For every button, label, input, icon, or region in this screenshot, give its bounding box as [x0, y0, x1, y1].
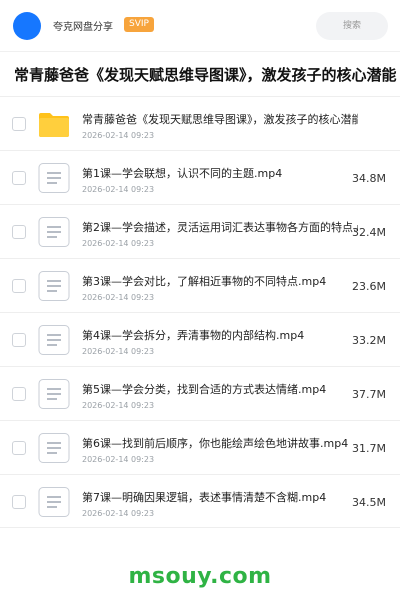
file-name[interactable]: 第4课—学会拆分，弄清事物的内部结构.mp4 [82, 327, 358, 343]
video-file-icon [38, 487, 70, 517]
file-name[interactable]: 第5课—学会分类，找到合适的方式表达情绪.mp4 [82, 381, 358, 397]
video-file-icon [38, 379, 70, 409]
folder-icon [38, 109, 70, 139]
file-row[interactable]: 第5课—学会分类，找到合适的方式表达情绪.mp4 2026-02-14 09:23… [0, 366, 400, 420]
select-checkbox[interactable] [12, 333, 26, 347]
video-file-icon [38, 325, 70, 355]
file-date: 2026-02-14 09:23 [82, 509, 155, 518]
file-size: 33.2M [352, 334, 386, 347]
select-checkbox[interactable] [12, 171, 26, 185]
file-row[interactable]: 第7课—明确因果逻辑，表述事情清楚不含糊.mp4 2026-02-14 09:23… [0, 474, 400, 528]
video-file-icon [38, 271, 70, 301]
file-date: 2026-02-14 09:23 [82, 239, 155, 248]
file-list: 常青藤爸爸《发现天赋思维导图课》，激发孩子的核心潜能 2026-02-14 09:… [0, 96, 400, 528]
file-name[interactable]: 第7课—明确因果逻辑，表述事情清楚不含糊.mp4 [82, 489, 358, 505]
svip-badge: SVIP [124, 17, 154, 32]
file-row[interactable]: 第6课—找到前后顺序，你也能绘声绘色地讲故事.mp4 2026-02-14 09:… [0, 420, 400, 474]
file-size: 32.4M [352, 226, 386, 239]
select-checkbox[interactable] [12, 387, 26, 401]
file-size: 23.6M [352, 280, 386, 293]
page-title: 常青藤爸爸《发现天赋思维导图课》，激发孩子的核心潜能 [14, 66, 397, 84]
file-date: 2026-02-14 09:23 [82, 455, 155, 464]
file-date: 2026-02-14 09:23 [82, 401, 155, 410]
file-date: 2026-02-14 09:23 [82, 347, 155, 356]
file-row[interactable]: 第2课—学会描述，灵活运用词汇表达事物各方面的特点.mp4 2026-02-14 … [0, 204, 400, 258]
file-date: 2026-02-14 09:23 [82, 131, 155, 140]
file-date: 2026-02-14 09:23 [82, 293, 155, 302]
file-row[interactable]: 第1课—学会联想，认识不同的主题.mp4 2026-02-14 09:23 34.8… [0, 150, 400, 204]
video-file-icon [38, 217, 70, 247]
file-size: 31.7M [352, 442, 386, 455]
file-name[interactable]: 第6课—找到前后顺序，你也能绘声绘色地讲故事.mp4 [82, 435, 358, 451]
file-date: 2026-02-14 09:23 [82, 185, 155, 194]
file-row[interactable]: 第4课—学会拆分，弄清事物的内部结构.mp4 2026-02-14 09:23 33… [0, 312, 400, 366]
select-checkbox[interactable] [12, 441, 26, 455]
select-checkbox[interactable] [12, 495, 26, 509]
select-checkbox[interactable] [12, 225, 26, 239]
brand-name: 夸克网盘分享 [53, 22, 113, 33]
file-size: 34.8M [352, 172, 386, 185]
avatar[interactable] [13, 12, 41, 40]
search-button[interactable]: 搜索 [316, 12, 388, 40]
select-checkbox[interactable] [12, 117, 26, 131]
watermark: msouy.com [128, 564, 272, 589]
file-name[interactable]: 第2课—学会描述，灵活运用词汇表达事物各方面的特点.mp4 [82, 219, 358, 235]
video-file-icon [38, 433, 70, 463]
file-name[interactable]: 第3课—学会对比，了解相近事物的不同特点.mp4 [82, 273, 358, 289]
select-checkbox[interactable] [12, 279, 26, 293]
file-size: 37.7M [352, 388, 386, 401]
file-row[interactable]: 常青藤爸爸《发现天赋思维导图课》，激发孩子的核心潜能 2026-02-14 09:… [0, 96, 400, 150]
video-file-icon [38, 163, 70, 193]
file-row[interactable]: 第3课—学会对比，了解相近事物的不同特点.mp4 2026-02-14 09:23… [0, 258, 400, 312]
file-name[interactable]: 第1课—学会联想，认识不同的主题.mp4 [82, 165, 358, 181]
file-size: 34.5M [352, 496, 386, 509]
top-bar: 夸克网盘分享 SVIP 搜索 [0, 0, 400, 52]
file-name[interactable]: 常青藤爸爸《发现天赋思维导图课》，激发孩子的核心潜能 [82, 111, 358, 127]
